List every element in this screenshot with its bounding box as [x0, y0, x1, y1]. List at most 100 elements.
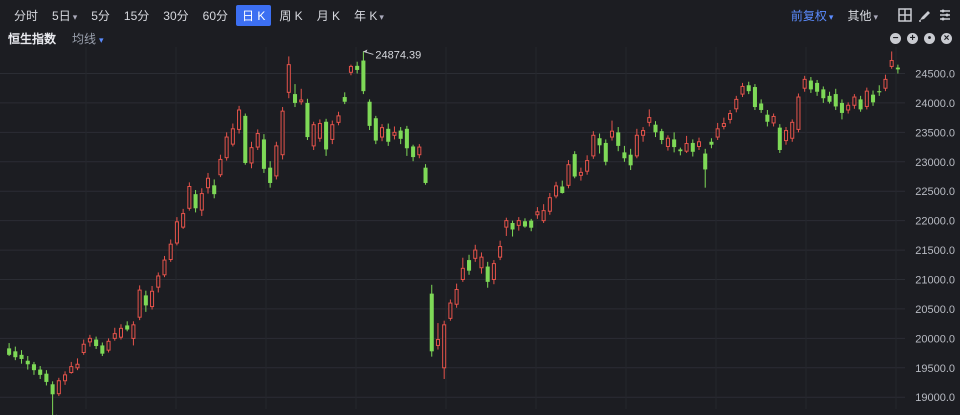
period-tab[interactable]: 日 K: [236, 4, 272, 26]
candle-body: [292, 94, 298, 103]
candle-body: [498, 246, 503, 258]
candle-body: [448, 302, 453, 319]
candle-body: [150, 290, 155, 308]
candle-body: [597, 138, 602, 146]
candle-body: [187, 186, 192, 209]
draw-icon[interactable]: [918, 8, 932, 22]
candle-body: [516, 220, 521, 226]
candle-body: [75, 363, 80, 369]
candle-body: [50, 384, 55, 395]
candle-body: [777, 127, 782, 151]
candle-body: [653, 124, 658, 133]
candle-body: [715, 128, 720, 138]
settings-icon[interactable]: [938, 8, 952, 22]
candle-body: [783, 130, 789, 142]
other-dropdown[interactable]: 其他 ▾: [847, 7, 878, 24]
candle-body: [305, 102, 310, 138]
candle-body: [740, 85, 745, 95]
candle-body: [261, 139, 266, 169]
candle-body: [554, 185, 559, 197]
candle-body: [746, 85, 751, 92]
candle-body: [156, 275, 161, 288]
y-tick-label: 24000.0: [915, 98, 955, 110]
candle-body: [541, 210, 546, 222]
period-tab[interactable]: 5分: [85, 5, 116, 26]
period-tabs: 分时 5日 ▾ 5分 15分 30分 60分日 K 周 K 月 K年 K ▾: [0, 4, 392, 26]
candle-body: [373, 118, 378, 141]
candle-body: [386, 128, 391, 142]
other-label: 其他: [847, 8, 872, 23]
candle-body: [311, 124, 316, 147]
candle-body: [7, 348, 12, 355]
zoom-out-icon[interactable]: −: [890, 33, 901, 44]
candle-body: [94, 339, 99, 347]
candle-body: [100, 345, 105, 354]
candle-body: [31, 364, 36, 371]
candle-body: [889, 60, 894, 67]
y-tick-label: 19000.0: [915, 392, 955, 404]
layout-icon[interactable]: [898, 8, 912, 22]
candle-body: [895, 67, 900, 70]
period-tab[interactable]: 周 K: [273, 5, 308, 26]
settings-icon[interactable]: •: [924, 33, 935, 44]
candle-body: [249, 147, 254, 164]
candle-body: [417, 146, 422, 156]
y-tick-label: 20000.0: [915, 333, 955, 345]
candle-body: [759, 103, 764, 110]
candle-body: [883, 78, 888, 89]
candlestick-chart[interactable]: 24500.0 24000.0 23500.0 23000.0 22500.0 22000…: [0, 47, 960, 415]
candle-body: [193, 194, 198, 209]
candle-body: [522, 221, 527, 227]
right-tools: 前复权 ▾ 其他 ▾: [791, 0, 952, 30]
adjustment-dropdown[interactable]: 前复权 ▾: [791, 7, 834, 24]
high-price-label: 24874.39: [375, 49, 421, 61]
candle-body: [81, 343, 86, 353]
candle-body: [491, 263, 496, 281]
candle-body: [237, 109, 242, 130]
y-tick-label: 23500.0: [915, 127, 955, 139]
candle-body: [839, 102, 844, 113]
y-tick-label: 24500.0: [915, 68, 955, 80]
candle-body: [790, 121, 795, 139]
candle-body: [852, 96, 857, 106]
period-tab-label: 周 K: [279, 8, 303, 23]
candle-body: [143, 295, 148, 306]
y-tick-label: 20500.0: [915, 304, 955, 316]
candle-body: [765, 114, 770, 122]
period-tab[interactable]: 年 K ▾: [348, 5, 390, 26]
candle-body: [131, 324, 136, 339]
candle-body: [709, 141, 714, 145]
period-tab[interactable]: 5日 ▾: [46, 5, 83, 26]
period-tab[interactable]: 月 K: [311, 5, 346, 26]
period-tab[interactable]: 15分: [118, 5, 155, 26]
candle-body: [566, 164, 571, 186]
candle-body: [218, 158, 223, 176]
ma-label: 均线: [72, 32, 97, 46]
candle-body: [504, 220, 509, 228]
candle-body: [578, 171, 583, 176]
candle-body: [734, 98, 739, 110]
period-tab[interactable]: 30分: [157, 5, 194, 26]
close-icon[interactable]: ×: [941, 33, 952, 44]
candle-body: [87, 337, 92, 343]
candle-body: [634, 134, 639, 157]
y-tick-label: 23000.0: [915, 157, 955, 169]
chevron-down-icon: ▾: [828, 11, 834, 22]
candle-body: [230, 128, 235, 145]
candle-body: [616, 132, 621, 146]
candle-body: [752, 87, 757, 108]
period-tab-label: 5分: [91, 8, 110, 23]
zoom-in-icon[interactable]: +: [907, 33, 918, 44]
candle-body: [243, 115, 248, 163]
period-tab[interactable]: 分时: [8, 5, 44, 26]
candle-body: [112, 333, 117, 339]
candle-body: [609, 130, 615, 138]
candle-body: [404, 128, 409, 149]
candle-body: [181, 213, 186, 228]
ma-dropdown[interactable]: 均线 ▾: [72, 30, 104, 47]
candle-body: [255, 133, 260, 148]
candle-body: [547, 197, 552, 212]
candle-body: [827, 95, 832, 102]
period-tab[interactable]: 60分: [197, 5, 234, 26]
candle-body: [858, 99, 863, 110]
